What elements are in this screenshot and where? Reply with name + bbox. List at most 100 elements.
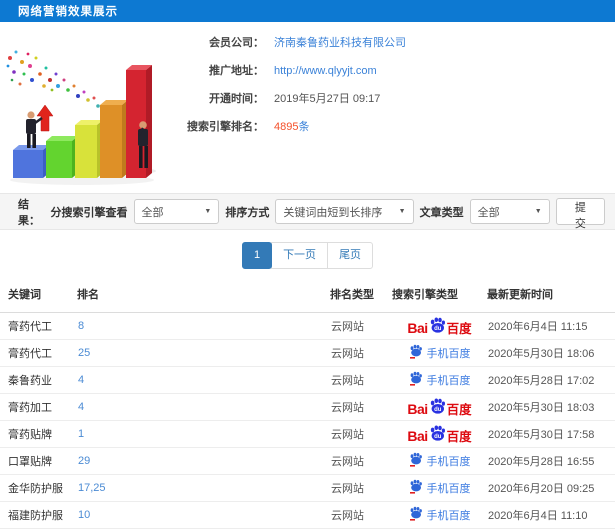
rank-cell: 17,25 [77, 474, 330, 502]
baidu-paw-icon: du [429, 398, 446, 417]
mobile-baidu-badge: 手机百度 [409, 452, 471, 470]
rank-unit-link[interactable]: 条 [298, 121, 309, 133]
svg-text:du: du [434, 326, 442, 332]
engine-cell: Bai du 百度 [392, 420, 487, 448]
keyword-cell: 膏药代工 [0, 339, 77, 367]
rank-type-cell: 云网站 [330, 420, 392, 448]
open-time-label: 开通时间： [209, 93, 264, 105]
rank-cell: 29 [77, 447, 330, 475]
svg-text:du: du [434, 407, 442, 413]
businessman-left [26, 111, 43, 148]
header-rank-type: 排名类型 [330, 278, 392, 313]
promo-url-row: 推广地址： http://www.qlyyjt.com [172, 64, 406, 79]
table-row: 金华防护服 17,25 云网站 手机百度 2020年6月20日 09:25 [0, 474, 615, 502]
updated-cell: 2020年5月28日 16:55 [487, 447, 615, 475]
engine-cell: Bai du 百度 [392, 393, 487, 421]
rank-cell: 4 [77, 366, 330, 394]
rank-link[interactable]: 29 [78, 455, 90, 467]
sort-selected: 关键词由短到长排序 [283, 206, 383, 219]
mobile-baidu-icon [409, 506, 423, 524]
header-updated: 最新更新时间 [487, 278, 615, 313]
company-link[interactable]: 济南秦鲁药业科技有限公司 [274, 36, 406, 51]
engine-rank-row: 搜索引擎排名： 4895条 [172, 120, 406, 135]
open-time-row: 开通时间： 2019年5月27日 09:17 [172, 92, 406, 107]
rank-link[interactable]: 25 [78, 347, 90, 359]
promo-url-link[interactable]: http://www.qlyyjt.com [274, 64, 377, 79]
rank-cell: 1 [77, 420, 330, 448]
engine-rank-value: 4895条 [274, 120, 309, 135]
engine-cell: Bai du 百度 [392, 312, 487, 340]
rank-cell: 8 [77, 312, 330, 340]
bar-green [46, 136, 78, 178]
next-page-button[interactable]: 下一页 [271, 242, 329, 269]
bar-blue [13, 145, 49, 178]
baidu-logo-text: Bai [407, 428, 428, 444]
rank-type-cell: 云网站 [330, 501, 392, 529]
pagination: 1 下一页 尾页 [0, 242, 615, 269]
article-type-select[interactable]: 全部 ▼ [469, 199, 550, 224]
rank-link[interactable]: 1 [78, 428, 84, 440]
growth-chart-art [6, 50, 156, 185]
keyword-cell: 秦鲁药业 [0, 366, 77, 394]
table-row: 膏药贴牌 1 云网站 Bai du 百度 2020年5月30日 17:58 [0, 420, 615, 448]
baidu-logo-cn: 百度 [446, 402, 472, 417]
up-arrow [36, 104, 54, 132]
rank-cell: 25 [77, 339, 330, 367]
rank-link[interactable]: 8 [78, 320, 84, 332]
baidu-logo-text: Bai [407, 320, 428, 336]
rank-link[interactable]: 17,25 [78, 482, 106, 494]
updated-cell: 2020年5月30日 17:58 [487, 420, 615, 448]
svg-text:du: du [434, 434, 442, 440]
updated-cell: 2020年6月4日 11:10 [487, 501, 615, 529]
rank-link[interactable]: 4 [78, 401, 84, 413]
rank-type-cell: 云网站 [330, 447, 392, 475]
chevron-down-icon: ▼ [204, 208, 212, 215]
baidu-logo: Bai du 百度 [407, 425, 472, 444]
page-button-current[interactable]: 1 [241, 242, 273, 269]
member-summary-section: 会员公司： 济南秦鲁药业科技有限公司 推广地址： http://www.qlyy… [0, 22, 615, 193]
mobile-baidu-label: 手机百度 [426, 456, 471, 468]
updated-cell: 2020年5月28日 17:02 [487, 366, 615, 394]
rank-link[interactable]: 10 [78, 509, 90, 521]
engine-cell: 手机百度 [392, 339, 487, 367]
result-label: 结果： [18, 198, 40, 227]
updated-cell: 2020年6月20日 09:25 [487, 474, 615, 502]
company-label: 会员公司： [209, 37, 264, 49]
baidu-logo-cn: 百度 [446, 429, 472, 444]
table-row: 膏药代工 8 云网站 Bai du 百度 2020年6月4日 11:15 [0, 312, 615, 340]
rank-type-cell: 云网站 [330, 474, 392, 502]
engine-filter-select[interactable]: 全部 ▼ [133, 199, 220, 224]
engine-filter-selected: 全部 [141, 206, 164, 219]
submit-button[interactable]: 提交 [555, 198, 605, 230]
rank-type-cell: 云网站 [330, 339, 392, 367]
updated-cell: 2020年6月4日 11:15 [487, 312, 615, 340]
keyword-cell: 膏药贴牌 [0, 420, 77, 448]
rank-link[interactable]: 4 [78, 374, 84, 386]
mobile-baidu-label: 手机百度 [426, 348, 471, 360]
page-title: 网络营销效果展示 [18, 6, 118, 18]
filter-controls: 分搜索引擎查看 全部 ▼ 排序方式 关键词由短到长排序 ▼ 文章类型 全部 ▼ … [50, 198, 606, 230]
mobile-baidu-label: 手机百度 [426, 483, 471, 495]
chevron-down-icon: ▼ [398, 208, 406, 215]
baidu-paw-icon: du [429, 425, 446, 444]
member-info: 会员公司： 济南秦鲁药业科技有限公司 推广地址： http://www.qlyy… [172, 36, 406, 148]
rank-type-cell: 云网站 [330, 312, 392, 340]
article-type-selected: 全部 [477, 206, 500, 219]
engine-rank-label: 搜索引擎排名： [187, 121, 264, 133]
keyword-cell: 福建防护服 [0, 501, 77, 529]
keyword-cell: 金华防护服 [0, 474, 77, 502]
keyword-cell: 膏药加工 [0, 393, 77, 421]
chevron-down-icon: ▼ [534, 208, 542, 215]
article-type-label: 文章类型 [419, 206, 464, 219]
engine-filter-label: 分搜索引擎查看 [50, 206, 128, 219]
table-row: 口罩贴牌 29 云网站 手机百度 2020年5月28日 16:55 [0, 447, 615, 475]
mobile-baidu-badge: 手机百度 [409, 479, 471, 497]
mobile-baidu-icon [409, 371, 423, 389]
last-page-button[interactable]: 尾页 [327, 242, 374, 269]
open-time-value: 2019年5月27日 09:17 [274, 93, 381, 105]
table-row: 福建防护服 10 云网站 手机百度 2020年6月4日 11:10 [0, 501, 615, 529]
confetti-dots [6, 50, 106, 108]
baidu-paw-icon: du [429, 317, 446, 336]
title-bar: 网络营销效果展示 [0, 0, 615, 22]
sort-select[interactable]: 关键词由短到长排序 ▼ [275, 199, 414, 224]
